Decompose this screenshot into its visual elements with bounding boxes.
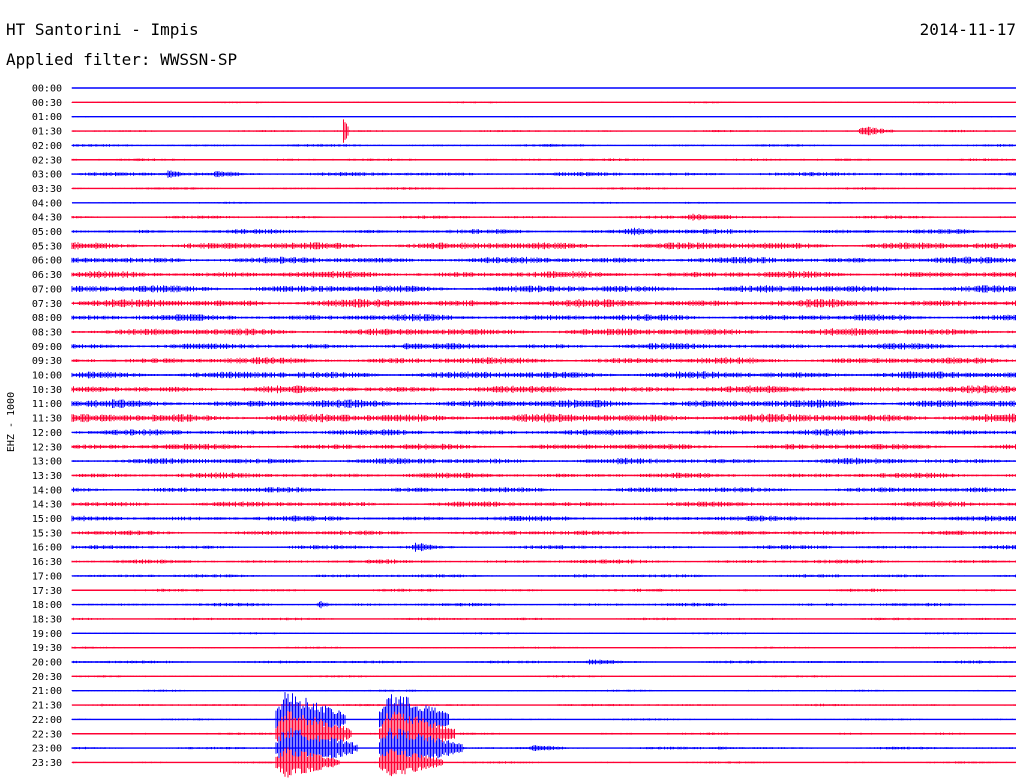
row-time-label: 11:30: [32, 414, 62, 425]
row-time-label: 16:30: [32, 557, 62, 568]
row-time-label: 21:00: [32, 686, 62, 697]
row-time-label: 06:00: [32, 256, 62, 267]
row-time-label: 11:00: [32, 399, 62, 410]
row-time-label: 14:30: [32, 500, 62, 511]
row-time-label: 16:00: [32, 543, 62, 554]
row-time-label: 17:00: [32, 571, 62, 582]
row-time-label: 15:00: [32, 514, 62, 525]
row-time-label: 00:30: [32, 98, 62, 109]
trace-group: [71, 87, 1016, 778]
row-time-label: 22:00: [32, 715, 62, 726]
row-time-label: 00:00: [32, 84, 62, 95]
row-time-label: 01:00: [32, 112, 62, 123]
row-time-label: 04:00: [32, 198, 62, 209]
row-time-label: 22:30: [32, 729, 62, 740]
row-time-label: 09:00: [32, 342, 62, 353]
row-time-label: 02:30: [32, 155, 62, 166]
helicorder-plot: 00:00 00:30 01:00 01:30 02:00 02:30 03:00 03:30…: [32, 84, 1016, 778]
row-time-label: 18:00: [32, 600, 62, 611]
row-time-label: 01:30: [32, 127, 62, 138]
row-time-label: 17:30: [32, 586, 62, 597]
row-time-label: 12:00: [32, 428, 62, 439]
row-time-label: 15:30: [32, 528, 62, 539]
row-time-label: 13:00: [32, 457, 62, 468]
row-time-label: 23:00: [32, 744, 62, 755]
row-time-label: 08:00: [32, 313, 62, 324]
row-time-label: 06:30: [32, 270, 62, 281]
row-time-label: 12:30: [32, 442, 62, 453]
row-time-label: 03:30: [32, 184, 62, 195]
row-time-label: 02:00: [32, 141, 62, 152]
row-time-label: 08:30: [32, 327, 62, 338]
row-time-label: 18:30: [32, 614, 62, 625]
row-time-label: 07:30: [32, 299, 62, 310]
row-time-label: 13:30: [32, 471, 62, 482]
row-time-label: 09:30: [32, 356, 62, 367]
time-label-group: 00:00 00:30 01:00 01:30 02:00 02:30 03:00 03:30…: [32, 84, 62, 769]
row-time-label: 23:30: [32, 758, 62, 769]
row-time-label: 10:30: [32, 385, 62, 396]
row-time-label: 19:30: [32, 643, 62, 654]
row-time-label: 05:30: [32, 241, 62, 252]
row-time-label: 20:30: [32, 672, 62, 683]
row-time-label: 21:30: [32, 701, 62, 712]
row-time-label: 03:00: [32, 170, 62, 181]
row-time-label: 07:00: [32, 284, 62, 295]
row-time-label: 10:00: [32, 371, 62, 382]
row-time-label: 19:00: [32, 629, 62, 640]
row-time-label: 04:30: [32, 213, 62, 224]
row-time-label: 05:00: [32, 227, 62, 238]
row-time-label: 14:00: [32, 485, 62, 496]
row-time-label: 20:00: [32, 658, 62, 669]
